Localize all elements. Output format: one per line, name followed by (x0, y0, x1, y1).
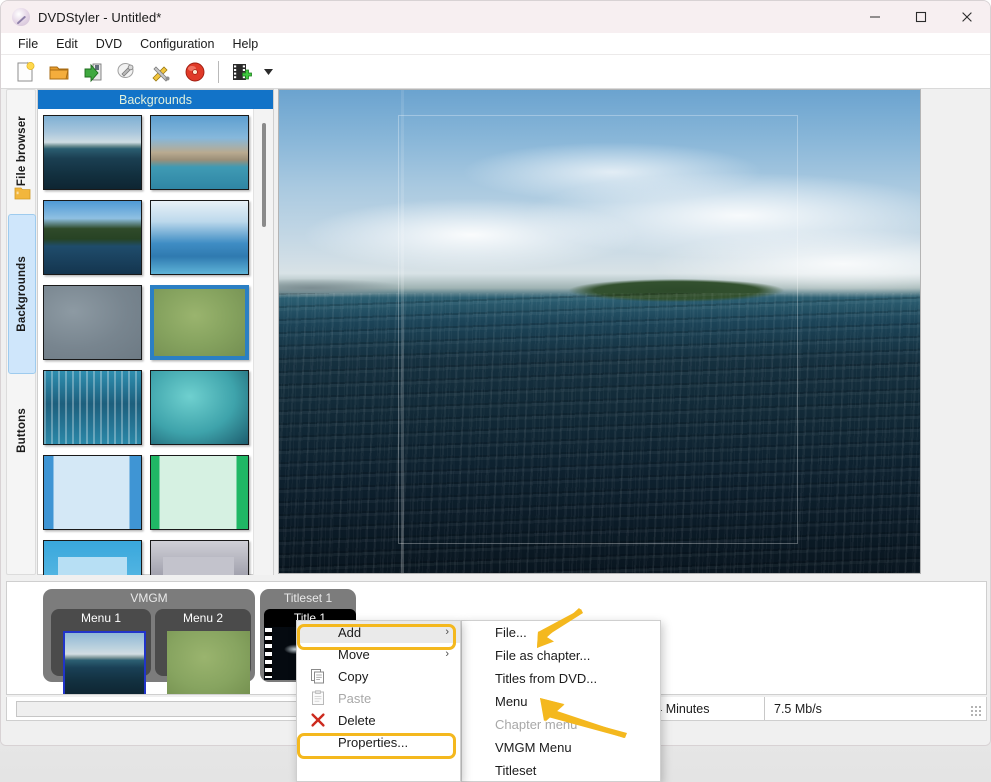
menu-1-thumbnail[interactable] (63, 631, 146, 695)
menu-dvd[interactable]: DVD (87, 35, 131, 53)
bg-thumb-green-frame[interactable] (150, 455, 249, 530)
maximize-button[interactable] (898, 1, 944, 33)
context-menu-item-paste-label: Paste (338, 691, 371, 706)
toolbar (1, 55, 990, 89)
add-submenu: File... File as chapter... Titles from D… (461, 620, 661, 782)
context-menu-item-move-label: Move (338, 647, 370, 662)
menu-bar: File Edit DVD Configuration Help (1, 33, 990, 55)
status-bitrate: 7.5 Mb/s (765, 697, 986, 720)
add-film-icon[interactable] (226, 58, 256, 86)
delete-x-icon (310, 712, 326, 728)
submenu-item-menu[interactable]: Menu (462, 690, 660, 713)
bg-thumb-river-forest[interactable] (43, 200, 142, 275)
menu-edit[interactable]: Edit (47, 35, 87, 53)
context-menu-item-add-label: Add (338, 625, 361, 640)
menu-2-cell[interactable]: Menu 2 (155, 609, 251, 676)
backgrounds-row (43, 455, 254, 530)
submenu-item-file-as-chapter[interactable]: File as chapter... (462, 644, 660, 667)
bg-thumb-turquoise-water[interactable] (150, 370, 249, 445)
context-menu-item-properties-label: Properties... (338, 735, 408, 750)
submenu-item-file[interactable]: File... (462, 621, 660, 644)
side-tab-strip: File browser Backgrounds Buttons (6, 89, 36, 575)
dvdstyler-logo-icon (12, 8, 30, 26)
bg-thumb-blue-wave-gradient[interactable] (150, 200, 249, 275)
backgrounds-row (43, 115, 254, 190)
bg-thumb-green-cloud[interactable] (150, 285, 249, 360)
folder-icon (14, 186, 31, 200)
bg-thumb-blue-frame[interactable] (43, 455, 142, 530)
window-title: DVDStyler - Untitled* (38, 10, 161, 25)
submenu-item-titles-from-dvd[interactable]: Titles from DVD... (462, 667, 660, 690)
submenu-item-vmgm-menu[interactable]: VMGM Menu (462, 736, 660, 759)
menu-help[interactable]: Help (223, 35, 267, 53)
close-button[interactable] (944, 1, 990, 33)
menu-file[interactable]: File (9, 35, 47, 53)
sidebar-tab-file-browser-label: File browser (16, 116, 28, 186)
burn-disc-icon[interactable] (180, 58, 210, 86)
context-menu-item-add[interactable]: Add › (297, 621, 460, 643)
backgrounds-panel-header: Backgrounds (38, 90, 273, 109)
submenu-chevron-icon: › (445, 648, 449, 660)
status-bitrate-value: 7.5 Mb/s (774, 702, 822, 716)
titleset-1-label: Titleset 1 (260, 591, 356, 605)
backgrounds-row (43, 370, 254, 445)
context-menu-item-copy-label: Copy (338, 669, 368, 684)
backgrounds-thumbnail-grid[interactable] (38, 109, 254, 575)
menu-1-cell[interactable]: Menu 1 (51, 609, 151, 676)
preview-light-band (401, 90, 404, 573)
open-folder-icon[interactable] (44, 58, 74, 86)
menu-preview-canvas[interactable] (278, 89, 921, 574)
wrench-icon[interactable] (112, 58, 142, 86)
submenu-item-chapter-menu: Chapter menu (462, 713, 660, 736)
sidebar-tab-file-browser[interactable]: File browser (8, 92, 36, 210)
resize-grip-icon[interactable] (971, 706, 982, 717)
bg-thumb-shipwreck-coast[interactable] (150, 115, 249, 190)
chevron-down-icon[interactable] (260, 59, 276, 85)
menu-configuration[interactable]: Configuration (131, 35, 223, 53)
bg-thumb-teal-stripes[interactable] (43, 370, 142, 445)
copy-icon (310, 668, 326, 684)
context-menu-item-delete-label: Delete (338, 713, 376, 728)
sidebar-tab-backgrounds[interactable]: Backgrounds (8, 214, 36, 374)
context-menu-item-delete[interactable]: Delete (297, 709, 460, 731)
context-menu-item-paste: Paste (297, 687, 460, 709)
preview-water-texture (279, 293, 920, 573)
submenu-chevron-icon: › (445, 626, 449, 638)
title-bar: DVDStyler - Untitled* (1, 1, 990, 33)
context-menu: Add › Move › Copy Paste (296, 620, 461, 782)
backgrounds-row (43, 285, 254, 360)
menu-1-label: Menu 1 (51, 611, 151, 625)
bg-thumb-lightblue-panel[interactable] (43, 540, 142, 575)
menu-2-label: Menu 2 (155, 611, 251, 625)
context-menu-item-move[interactable]: Move › (297, 643, 460, 665)
vmgm-group-label: VMGM (43, 591, 255, 605)
sidebar-tab-buttons[interactable]: Buttons (8, 382, 36, 478)
backgrounds-row (43, 540, 254, 575)
sidebar-tab-backgrounds-label: Backgrounds (16, 256, 28, 332)
new-document-icon[interactable] (10, 58, 40, 86)
backgrounds-row (43, 200, 254, 275)
context-menu-item-copy[interactable]: Copy (297, 665, 460, 687)
bg-thumb-gray-cloud[interactable] (43, 285, 142, 360)
toolbar-separator (218, 61, 219, 83)
window-controls (852, 1, 990, 33)
sidebar-tab-buttons-label: Buttons (16, 408, 28, 453)
backgrounds-panel: Backgrounds (37, 89, 274, 575)
context-menu-item-properties[interactable]: Properties... (297, 731, 460, 753)
submenu-item-titleset[interactable]: Titleset (462, 759, 660, 782)
bg-thumb-island-sea[interactable] (43, 115, 142, 190)
minimize-button[interactable] (852, 1, 898, 33)
backgrounds-scrollbar-thumb[interactable] (262, 123, 266, 227)
vmgm-group[interactable]: VMGM Menu 1 Menu 2 (43, 589, 255, 682)
tools-icon[interactable] (146, 58, 176, 86)
save-disk-icon[interactable] (78, 58, 108, 86)
bg-thumb-gray-panel[interactable] (150, 540, 249, 575)
backgrounds-scrollbar[interactable] (253, 109, 273, 575)
paste-icon (310, 690, 326, 706)
menu-2-thumbnail[interactable] (167, 631, 250, 695)
